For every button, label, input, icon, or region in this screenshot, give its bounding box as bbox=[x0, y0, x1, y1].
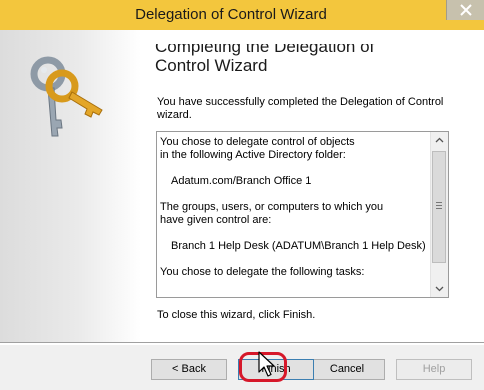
title-bar: Delegation of Control Wizard bbox=[0, 0, 484, 30]
summary-content: You chose to delegate control of objects… bbox=[160, 136, 428, 279]
cancel-button[interactable]: Cancel bbox=[309, 359, 385, 380]
heading-line-2: Control Wizard bbox=[155, 56, 268, 75]
chevron-up-icon bbox=[435, 137, 444, 143]
mouse-cursor-icon bbox=[258, 351, 275, 377]
summary-spacer bbox=[160, 188, 428, 201]
summary-folder: Adatum.com/Branch Office 1 bbox=[171, 175, 312, 187]
summary-scrollbar[interactable] bbox=[430, 132, 448, 297]
wizard-side-panel bbox=[0, 30, 141, 342]
chevron-down-icon bbox=[435, 286, 444, 292]
wizard-heading: Completing the Delegation of Control Wiz… bbox=[155, 37, 475, 75]
summary-line: You chose to delegate control of objects bbox=[160, 136, 355, 148]
close-icon bbox=[460, 4, 472, 16]
summary-textbox[interactable]: You chose to delegate control of objects… bbox=[156, 131, 449, 298]
scroll-down-button[interactable] bbox=[431, 280, 448, 297]
close-button[interactable] bbox=[446, 0, 484, 20]
success-message: You have successfully completed the Dele… bbox=[157, 96, 444, 121]
grip-icon bbox=[436, 202, 442, 211]
keys-icon bbox=[30, 56, 103, 137]
window-title: Delegation of Control Wizard bbox=[135, 6, 327, 23]
summary-line: have given control are: bbox=[160, 214, 272, 226]
help-button[interactable]: Help bbox=[396, 359, 472, 380]
heading-line-1: Completing the Delegation of bbox=[155, 37, 375, 56]
summary-spacer bbox=[160, 253, 428, 266]
summary-spacer bbox=[160, 227, 428, 240]
summary-line: The groups, users, or computers to which… bbox=[160, 201, 384, 213]
summary-line: You chose to delegate the following task… bbox=[160, 266, 365, 278]
scroll-thumb[interactable] bbox=[432, 151, 446, 263]
summary-spacer bbox=[160, 162, 428, 175]
summary-line: in the following Active Directory folder… bbox=[160, 149, 346, 161]
back-button[interactable]: < Back bbox=[151, 359, 227, 380]
summary-group: Branch 1 Help Desk (ADATUM\Branch 1 Help… bbox=[171, 240, 426, 252]
scroll-up-button[interactable] bbox=[431, 132, 448, 149]
close-instruction: To close this wizard, click Finish. bbox=[157, 309, 316, 321]
